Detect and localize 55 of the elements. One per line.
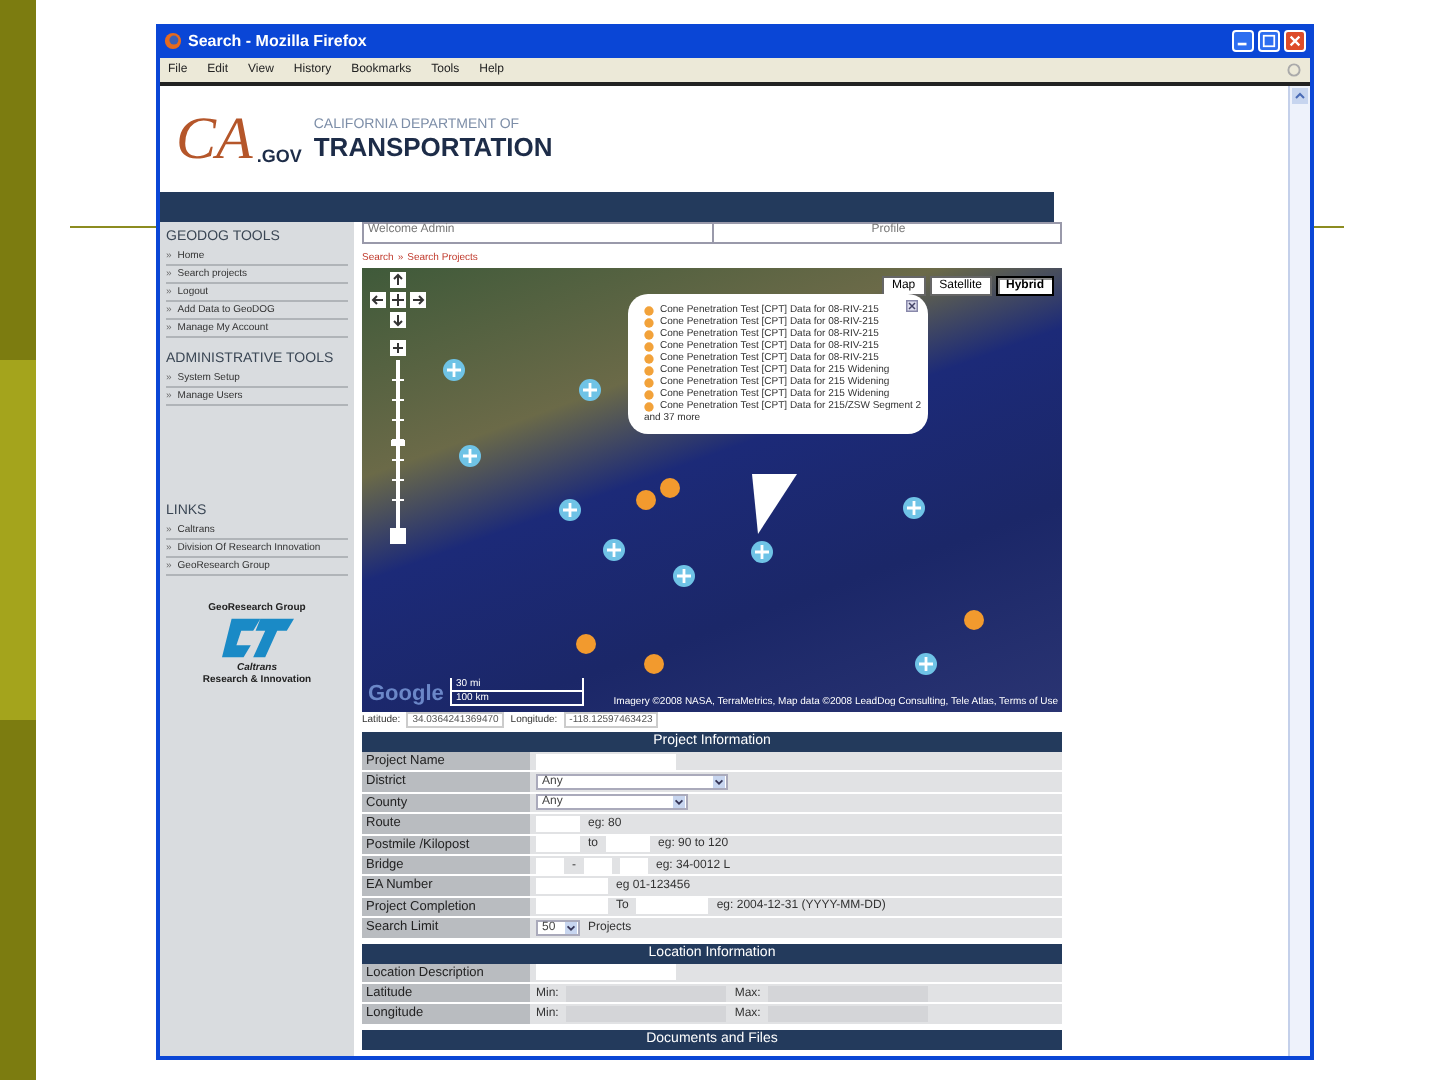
dropdown-arrow-icon [564,921,578,934]
browser-logo-icon [164,32,182,50]
input-field[interactable] [566,1005,727,1022]
pan-up-icon[interactable] [390,272,406,288]
dropdown-arrow-icon [672,796,686,809]
map-marker-icon[interactable] [458,444,482,468]
input-field[interactable] [584,857,612,874]
map-marker-icon[interactable] [642,652,666,676]
close-icon [1288,34,1302,48]
map-marker-icon[interactable] [602,538,626,562]
map-marker-icon[interactable] [750,540,774,564]
map-marker-icon[interactable] [672,564,696,588]
logo-mark: CA [176,109,253,169]
map-marker-icon[interactable] [558,498,582,522]
input-field[interactable] [566,985,727,1002]
scroll-up-icon[interactable] [1292,88,1308,104]
center-map-icon[interactable] [390,292,406,308]
input-field[interactable] [606,836,651,853]
close-button[interactable] [1284,30,1306,52]
google-logo: Google [368,682,444,706]
input-field[interactable] [768,985,929,1002]
input-field[interactable] [536,964,676,981]
input-field[interactable] [536,878,608,895]
map-marker-icon[interactable] [634,488,658,512]
pan-left-icon[interactable] [370,292,386,308]
input-field[interactable] [536,898,608,915]
pan-right-icon[interactable] [410,292,426,308]
input-field[interactable] [768,1005,929,1022]
logo-suffix: .GOV [256,145,302,165]
input-field[interactable] [636,898,709,915]
zoom-in-icon[interactable] [390,340,406,356]
close-icon[interactable] [906,300,918,312]
maximize-icon [1262,34,1276,48]
input-field[interactable] [620,857,648,874]
map-marker-icon[interactable] [442,358,466,382]
agency-name: TRANSPORTATION [313,131,553,161]
scrollbar[interactable] [1288,86,1310,1056]
pan-down-icon[interactable] [390,312,406,328]
map-marker-icon[interactable] [914,652,938,676]
maximize-button[interactable] [1258,30,1280,52]
input-field[interactable] [536,857,564,874]
map-marker-icon[interactable] [962,608,986,632]
ct-logo-icon [219,614,295,662]
map-marker-icon[interactable] [574,632,598,656]
throbber-icon [1286,62,1302,78]
minimize-button[interactable] [1232,30,1254,52]
map-marker-icon[interactable] [658,476,682,500]
window-title: Search - Mozilla Firefox [188,32,369,50]
dropdown-arrow-icon [712,776,726,789]
zoom-slider-drawing[interactable] [390,360,406,544]
input-field[interactable] [536,753,676,770]
map-marker-icon[interactable] [578,378,602,402]
input-field[interactable] [536,815,580,832]
input-field[interactable] [536,836,580,853]
map-marker-icon[interactable] [902,496,926,520]
